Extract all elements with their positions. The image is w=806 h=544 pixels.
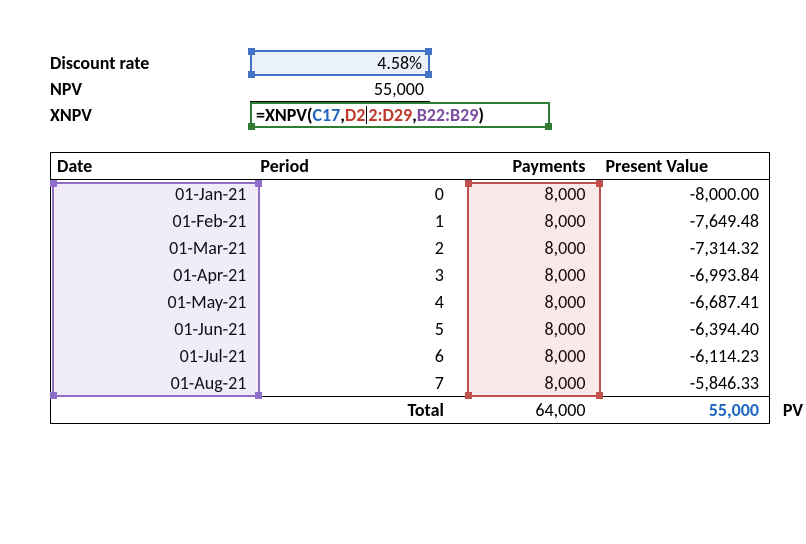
table-row: 01-Feb-2118,000-7,649.48 xyxy=(51,207,769,234)
formula-equals: = xyxy=(256,104,265,126)
selection-handle-icon[interactable] xyxy=(248,71,255,78)
cell-present-value[interactable]: -6,114.23 xyxy=(599,345,769,367)
cell-present-value[interactable]: -8,000.00 xyxy=(599,183,769,205)
formula-ref-d22b: 2:D29 xyxy=(368,104,412,126)
table-row: 01-Aug-2178,000-5,846.33 xyxy=(51,369,769,396)
discount-rate-label: Discount rate xyxy=(50,52,250,74)
npv-cell[interactable]: 55,000 xyxy=(250,76,430,102)
cell-period[interactable]: 5 xyxy=(260,318,449,340)
cell-period[interactable]: 3 xyxy=(260,264,449,286)
cell-date[interactable]: 01-Aug-21 xyxy=(51,372,260,394)
selection-handle-icon[interactable] xyxy=(425,71,432,78)
payments-table: Date Period Payments Present Value 01-Ja… xyxy=(50,152,770,424)
cell-period[interactable]: 4 xyxy=(260,291,449,313)
cell-present-value[interactable]: -5,846.33 xyxy=(599,372,769,394)
discount-rate-cell[interactable]: 4.58% xyxy=(250,50,430,76)
xnpv-formula-cell[interactable]: =XNPV(C17,D22:D29,B22:B29) xyxy=(250,102,550,128)
cell-period[interactable]: 6 xyxy=(260,345,449,367)
cell-period[interactable]: 7 xyxy=(260,372,449,394)
cell-period[interactable]: 0 xyxy=(260,183,449,205)
table-row: 01-May-2148,000-6,687.41 xyxy=(51,288,769,315)
cell-payment[interactable]: 8,000 xyxy=(450,345,600,367)
header-present-value: Present Value xyxy=(599,155,769,177)
formula-close: ) xyxy=(478,104,484,126)
text-cursor-icon xyxy=(366,106,367,124)
cell-date[interactable]: 01-Jun-21 xyxy=(51,318,260,340)
selection-handle-icon[interactable] xyxy=(248,123,255,130)
table-row: 01-Jun-2158,000-6,394.40 xyxy=(51,315,769,342)
total-payments: 64,000 xyxy=(450,399,600,421)
cell-present-value[interactable]: -6,394.40 xyxy=(599,318,769,340)
selection-handle-icon[interactable] xyxy=(545,123,552,130)
cell-payment[interactable]: 8,000 xyxy=(450,210,600,232)
formula-ref-c17: C17 xyxy=(312,104,340,126)
cell-present-value[interactable]: -7,649.48 xyxy=(599,210,769,232)
formula-function: XNPV( xyxy=(265,104,313,126)
header-date: Date xyxy=(51,155,260,177)
total-present-value: 55,000 xyxy=(599,399,769,421)
header-period: Period xyxy=(260,155,449,177)
cell-date[interactable]: 01-Jul-21 xyxy=(51,345,260,367)
table-row: 01-Jan-2108,000-8,000.00 xyxy=(51,180,769,207)
cell-date[interactable]: 01-Mar-21 xyxy=(51,237,260,259)
pv-abbreviation: PV xyxy=(783,399,803,421)
parameters-block: Discount rate 4.58% NPV 55,000 XNPV =XNP… xyxy=(50,50,766,128)
xnpv-label: XNPV xyxy=(50,104,250,126)
header-payments: Payments xyxy=(450,155,600,177)
table-header-row: Date Period Payments Present Value xyxy=(51,153,769,180)
table-row: 01-Mar-2128,000-7,314.32 xyxy=(51,234,769,261)
cell-payment[interactable]: 8,000 xyxy=(450,372,600,394)
total-label: Total xyxy=(260,399,449,421)
table-total-row: Total 64,000 55,000 xyxy=(51,396,769,423)
table-row: 01-Apr-2138,000-6,993.84 xyxy=(51,261,769,288)
cell-payment[interactable]: 8,000 xyxy=(450,264,600,286)
cell-payment[interactable]: 8,000 xyxy=(450,183,600,205)
cell-present-value[interactable]: -6,687.41 xyxy=(599,291,769,313)
cell-date[interactable]: 01-Apr-21 xyxy=(51,264,260,286)
formula-ref-d22a: D2 xyxy=(345,104,365,126)
cell-period[interactable]: 2 xyxy=(260,237,449,259)
cell-present-value[interactable]: -7,314.32 xyxy=(599,237,769,259)
cell-period[interactable]: 1 xyxy=(260,210,449,232)
table-row: 01-Jul-2168,000-6,114.23 xyxy=(51,342,769,369)
cell-present-value[interactable]: -6,993.84 xyxy=(599,264,769,286)
formula-ref-b22: B22:B29 xyxy=(417,104,479,126)
cell-payment[interactable]: 8,000 xyxy=(450,318,600,340)
cell-date[interactable]: 01-Feb-21 xyxy=(51,210,260,232)
cell-date[interactable]: 01-Jan-21 xyxy=(51,183,260,205)
selection-handle-icon[interactable] xyxy=(425,48,432,55)
npv-label: NPV xyxy=(50,78,250,100)
selection-handle-icon[interactable] xyxy=(248,48,255,55)
cell-payment[interactable]: 8,000 xyxy=(450,291,600,313)
npv-value: 55,000 xyxy=(374,78,424,100)
discount-rate-value: 4.58% xyxy=(377,52,422,74)
cell-date[interactable]: 01-May-21 xyxy=(51,291,260,313)
cell-payment[interactable]: 8,000 xyxy=(450,237,600,259)
